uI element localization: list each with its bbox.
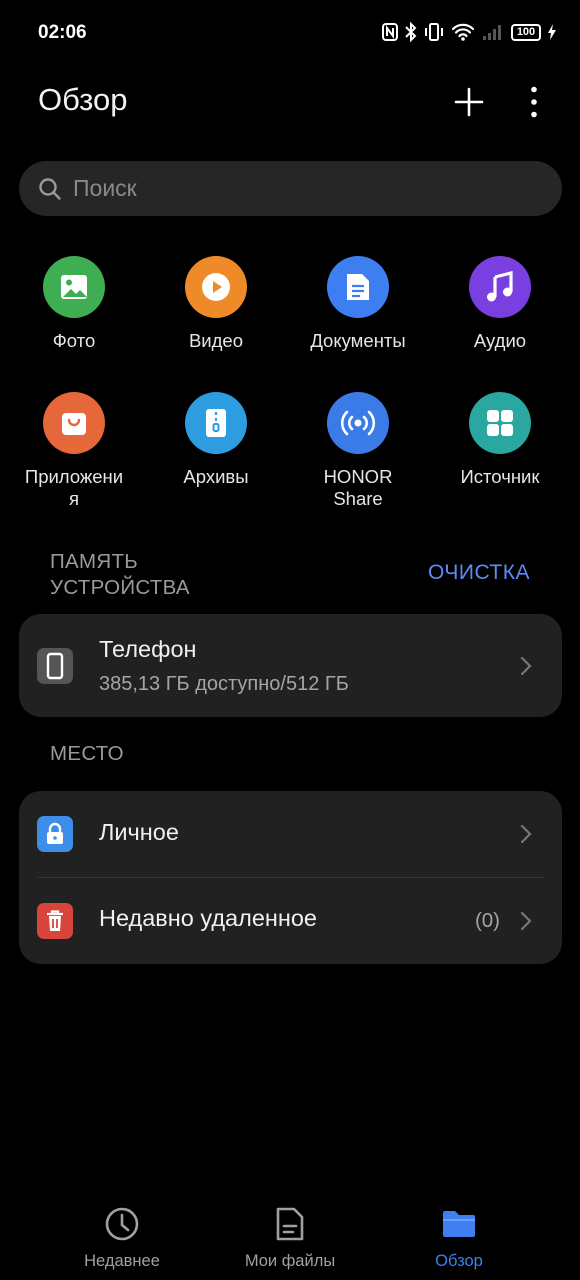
charging-icon bbox=[548, 24, 556, 40]
music-note-icon bbox=[469, 256, 531, 318]
nav-my-files[interactable]: Мои файлы bbox=[220, 1205, 360, 1271]
clean-button[interactable]: ОЧИСТКА bbox=[428, 561, 530, 585]
category-label: HONOR Share bbox=[323, 466, 393, 509]
chevron-right-icon bbox=[520, 824, 532, 844]
category-audio[interactable]: Аудио bbox=[430, 256, 570, 352]
file-icon bbox=[271, 1205, 309, 1243]
place-item-personal[interactable]: Личное bbox=[19, 791, 562, 877]
deleted-count: (0) bbox=[474, 908, 500, 932]
category-apps[interactable]: Приложени я bbox=[4, 392, 144, 510]
category-label: Аудио bbox=[473, 330, 527, 351]
places-card: Личное Недавно удаленное (0) bbox=[19, 791, 562, 964]
status-bar: 02:06 100 bbox=[0, 0, 580, 66]
photo-icon bbox=[43, 256, 105, 318]
phone-title: Телефон bbox=[99, 636, 197, 662]
shopping-bag-icon bbox=[43, 392, 105, 454]
nav-recent[interactable]: Недавнее bbox=[52, 1205, 192, 1271]
category-label: Видео bbox=[188, 330, 244, 351]
chevron-right-icon bbox=[520, 656, 532, 675]
phone-storage-info: 385,13 ГБ доступно/512 ГБ bbox=[99, 673, 349, 695]
more-menu-button[interactable] bbox=[516, 84, 552, 120]
category-label: Архивы bbox=[183, 466, 249, 487]
more-vertical-icon bbox=[531, 86, 537, 118]
add-button[interactable] bbox=[451, 84, 487, 120]
place-title: Личное bbox=[99, 819, 179, 845]
category-label: Источник bbox=[460, 466, 540, 487]
phone-storage-row[interactable]: Телефон 385,13 ГБ доступно/512 ГБ bbox=[19, 614, 562, 717]
wifi-icon bbox=[451, 23, 475, 41]
lock-icon bbox=[37, 816, 73, 852]
clock-icon bbox=[103, 1205, 141, 1243]
phone-icon bbox=[37, 647, 73, 684]
grid-source-icon bbox=[469, 392, 531, 454]
category-source[interactable]: Источник bbox=[430, 392, 570, 488]
category-documents[interactable]: Документы bbox=[288, 256, 428, 352]
nav-label: Обзор bbox=[435, 1252, 483, 1270]
category-photo[interactable]: Фото bbox=[4, 256, 144, 352]
video-play-icon bbox=[185, 256, 247, 318]
folder-icon bbox=[440, 1205, 478, 1243]
search-bar[interactable] bbox=[19, 161, 562, 216]
trash-icon bbox=[37, 902, 73, 939]
nfc-icon bbox=[382, 23, 398, 41]
nav-overview[interactable]: Обзор bbox=[389, 1205, 529, 1271]
category-honor-share[interactable]: HONOR Share bbox=[288, 392, 428, 510]
document-icon bbox=[327, 256, 389, 318]
zip-archive-icon bbox=[185, 392, 247, 454]
signal-icon bbox=[483, 25, 501, 40]
bottom-navigation: Недавнее Мои файлы Обзор bbox=[0, 1195, 580, 1280]
category-archives[interactable]: Архивы bbox=[146, 392, 286, 488]
search-icon bbox=[39, 177, 61, 200]
vibrate-icon bbox=[425, 23, 443, 41]
page-title: Обзор bbox=[38, 82, 128, 117]
search-input[interactable] bbox=[73, 175, 513, 202]
category-video[interactable]: Видео bbox=[146, 256, 286, 352]
nav-label: Мои файлы bbox=[244, 1252, 336, 1270]
category-label: Приложени я bbox=[24, 466, 124, 509]
battery-level: 100 bbox=[516, 26, 536, 38]
status-icons: 100 bbox=[382, 22, 556, 42]
places-section-label: МЕСТО bbox=[50, 742, 124, 765]
status-time: 02:06 bbox=[38, 22, 87, 43]
nav-label: Недавнее bbox=[84, 1252, 160, 1270]
battery-icon: 100 bbox=[511, 23, 541, 41]
place-item-recently-deleted[interactable]: Недавно удаленное (0) bbox=[19, 877, 562, 964]
bluetooth-icon bbox=[405, 22, 417, 42]
phone-storage-card[interactable]: Телефон 385,13 ГБ доступно/512 ГБ bbox=[19, 614, 562, 717]
plus-icon bbox=[454, 87, 484, 117]
category-label: Фото bbox=[52, 330, 96, 351]
storage-section-label: ПАМЯТЬ УСТРОЙСТВА bbox=[50, 550, 190, 599]
place-title: Недавно удаленное bbox=[99, 905, 317, 931]
honor-share-icon bbox=[327, 392, 389, 454]
category-label: Документы bbox=[310, 330, 406, 351]
chevron-right-icon bbox=[520, 911, 532, 930]
